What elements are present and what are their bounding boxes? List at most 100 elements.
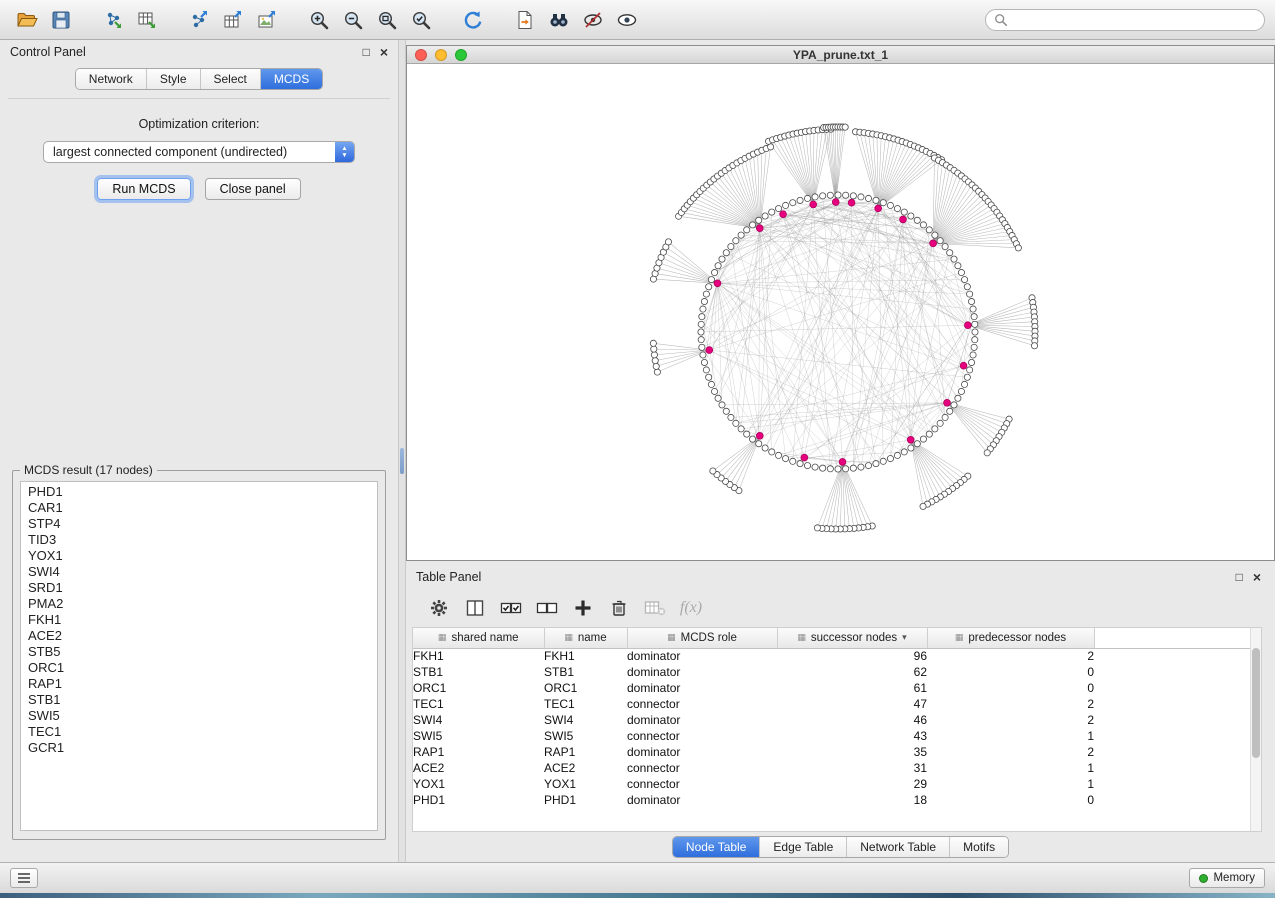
- network-canvas[interactable]: [407, 64, 1273, 560]
- table-row-SWI4[interactable]: SWI4SWI4dominator462: [413, 712, 1252, 728]
- cell-c-succ: 18: [777, 792, 927, 808]
- open-session-button[interactable]: [10, 4, 44, 36]
- desktop-background-strip: [0, 893, 1275, 898]
- tab-mcds[interactable]: MCDS: [260, 69, 322, 89]
- import-network-button[interactable]: [96, 4, 130, 36]
- mcds-node-item[interactable]: STB5: [21, 644, 377, 660]
- column-header-predecessor-nodes[interactable]: ▦predecessor nodes: [927, 628, 1094, 648]
- close-table-panel-button[interactable]: ×: [1253, 570, 1261, 584]
- scrollbar-thumb[interactable]: [1252, 648, 1260, 758]
- tab-network[interactable]: Network: [76, 69, 146, 89]
- table-row-STB1[interactable]: STB1STB1dominator620: [413, 664, 1252, 680]
- select-all-rows-button[interactable]: [496, 594, 526, 622]
- tab-select[interactable]: Select: [200, 69, 260, 89]
- tab-style[interactable]: Style: [146, 69, 200, 89]
- mcds-node-item[interactable]: STP4: [21, 516, 377, 532]
- column-header-shared-name[interactable]: ▦shared name: [413, 628, 544, 648]
- close-panel-action-button[interactable]: Close panel: [205, 178, 301, 200]
- column-header-MCDS-role[interactable]: ▦MCDS role: [627, 628, 777, 648]
- cell-c-pred: 0: [927, 664, 1094, 680]
- column-header-name[interactable]: ▦name: [544, 628, 627, 648]
- mcds-node-item[interactable]: GCR1: [21, 740, 377, 756]
- zoom-out-icon: [342, 9, 364, 31]
- deselect-all-rows-button[interactable]: [532, 594, 562, 622]
- search-input[interactable]: [1013, 13, 1256, 27]
- cell-c-succ: 47: [777, 696, 927, 712]
- mcds-node-item[interactable]: SRD1: [21, 580, 377, 596]
- run-mcds-button[interactable]: Run MCDS: [97, 178, 190, 200]
- float-panel-button[interactable]: □: [363, 46, 370, 58]
- cell-c-pred: 1: [927, 760, 1094, 776]
- show-columns-button[interactable]: [460, 594, 490, 622]
- task-history-button[interactable]: [10, 868, 38, 888]
- tab-divider: [8, 98, 390, 99]
- zoom-in-button[interactable]: [302, 4, 336, 36]
- mcds-node-item[interactable]: TEC1: [21, 724, 377, 740]
- network-window-titlebar[interactable]: YPA_prune.txt_1: [407, 46, 1274, 64]
- panel-splitter[interactable]: [398, 40, 406, 862]
- table-settings-button[interactable]: [424, 594, 454, 622]
- criterion-selected-value: largest connected component (undirected): [44, 145, 335, 159]
- tab-node-table[interactable]: Node Table: [673, 837, 760, 857]
- mcds-result-list[interactable]: PHD1CAR1STP4TID3YOX1SWI4SRD1PMA2FKH1ACE2…: [20, 481, 378, 831]
- column-header-successor-nodes[interactable]: ▦successor nodes▾: [777, 628, 927, 648]
- zoom-selected-icon: [410, 9, 432, 31]
- table-row-PHD1[interactable]: PHD1PHD1dominator180: [413, 792, 1252, 808]
- close-panel-button[interactable]: ×: [380, 45, 388, 59]
- add-column-button[interactable]: [568, 594, 598, 622]
- clone-network-button[interactable]: [508, 4, 542, 36]
- slashed-eye-icon: [582, 9, 604, 31]
- window-minimize-button[interactable]: [435, 49, 447, 61]
- table-row-RAP1[interactable]: RAP1RAP1dominator352: [413, 744, 1252, 760]
- save-floppy-icon: [50, 9, 72, 31]
- window-close-button[interactable]: [415, 49, 427, 61]
- export-network-button[interactable]: [182, 4, 216, 36]
- mcds-node-item[interactable]: CAR1: [21, 500, 377, 516]
- show-graphics-details-button[interactable]: [610, 4, 644, 36]
- tab-network-table[interactable]: Network Table: [846, 837, 949, 857]
- cell-c-succ: 31: [777, 760, 927, 776]
- table-vertical-scrollbar[interactable]: [1250, 628, 1261, 831]
- export-image-button[interactable]: [250, 4, 284, 36]
- mcds-node-item[interactable]: PMA2: [21, 596, 377, 612]
- zoom-out-button[interactable]: [336, 4, 370, 36]
- mcds-node-item[interactable]: SWI4: [21, 564, 377, 580]
- splitter-grip-icon[interactable]: [400, 448, 404, 474]
- zoom-fit-button[interactable]: [370, 4, 404, 36]
- window-zoom-button[interactable]: [455, 49, 467, 61]
- mcds-node-item[interactable]: RAP1: [21, 676, 377, 692]
- function-builder-button[interactable]: f(x): [676, 594, 706, 622]
- delete-column-button[interactable]: [604, 594, 634, 622]
- table-row-TEC1[interactable]: TEC1TEC1connector472: [413, 696, 1252, 712]
- memory-label: Memory: [1213, 872, 1255, 884]
- tab-edge-table[interactable]: Edge Table: [759, 837, 846, 857]
- save-session-button[interactable]: [44, 4, 78, 36]
- table-row-SWI5[interactable]: SWI5SWI5connector431: [413, 728, 1252, 744]
- mcds-node-item[interactable]: ORC1: [21, 660, 377, 676]
- export-table-button[interactable]: [216, 4, 250, 36]
- search-box[interactable]: [985, 9, 1265, 31]
- hide-graphics-details-button[interactable]: [576, 4, 610, 36]
- mcds-node-item[interactable]: STB1: [21, 692, 377, 708]
- mcds-node-item[interactable]: SWI5: [21, 708, 377, 724]
- mcds-node-item[interactable]: YOX1: [21, 548, 377, 564]
- tab-motifs[interactable]: Motifs: [949, 837, 1008, 857]
- table-row-FKH1[interactable]: FKH1FKH1dominator962: [413, 648, 1252, 664]
- float-table-panel-button[interactable]: □: [1236, 571, 1243, 583]
- mcds-node-item[interactable]: FKH1: [21, 612, 377, 628]
- import-table-button[interactable]: [130, 4, 164, 36]
- find-neighbors-button[interactable]: [542, 4, 576, 36]
- criterion-dropdown[interactable]: largest connected component (undirected)…: [43, 141, 355, 163]
- table-row-ACE2[interactable]: ACE2ACE2connector311: [413, 760, 1252, 776]
- mcds-node-item[interactable]: TID3: [21, 532, 377, 548]
- mcds-node-item[interactable]: PHD1: [21, 484, 377, 500]
- zoom-selected-button[interactable]: [404, 4, 438, 36]
- refresh-view-button[interactable]: [456, 4, 490, 36]
- memory-button[interactable]: Memory: [1189, 868, 1265, 888]
- table-row-YOX1[interactable]: YOX1YOX1connector291: [413, 776, 1252, 792]
- column-sort-icon: ▦: [797, 632, 806, 643]
- table-row-ORC1[interactable]: ORC1ORC1dominator610: [413, 680, 1252, 696]
- mcds-result-group: MCDS result (17 nodes) PHD1CAR1STP4TID3Y…: [12, 463, 386, 840]
- mcds-node-item[interactable]: ACE2: [21, 628, 377, 644]
- delete-table-button[interactable]: [640, 594, 670, 622]
